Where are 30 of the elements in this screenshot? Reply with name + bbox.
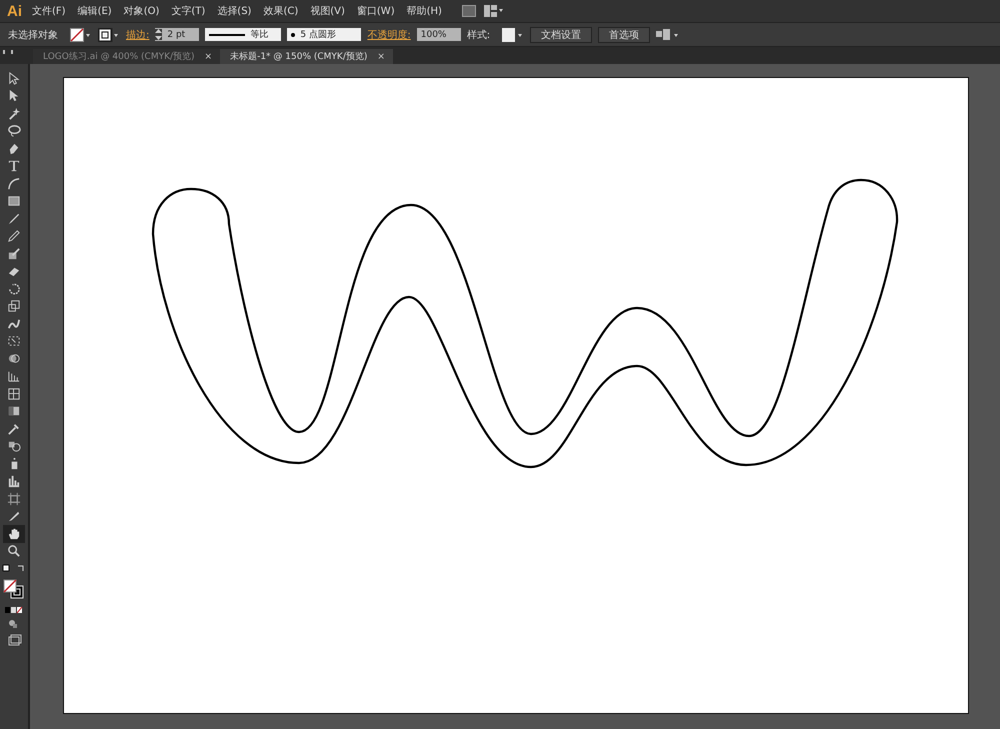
stroke-profile-dropdown[interactable]: 等比 [205, 28, 282, 41]
opacity-label[interactable]: 不透明度: [367, 28, 411, 42]
workspace-layout-icon[interactable] [484, 5, 504, 17]
menu-item[interactable]: 窗口(W) [356, 4, 395, 18]
panel-grip-icon[interactable] [3, 50, 13, 54]
opacity-field[interactable]: 100% [416, 28, 461, 41]
selection-status: 未选择对象 [8, 28, 58, 42]
toolbar-button[interactable]: 首选项 [598, 26, 650, 42]
menu-item[interactable]: 选择(S) [217, 4, 252, 18]
fill-none-swatch[interactable] [70, 28, 92, 42]
arrange-documents-icon[interactable] [656, 28, 680, 42]
document-tab[interactable]: LOGO练习.ai @ 400% (CMYK/预览) × [33, 49, 220, 64]
style-swatch[interactable] [502, 28, 524, 42]
style-label: 样式: [466, 28, 490, 42]
stroke-label[interactable]: 描边: [126, 28, 150, 42]
brush-dropdown[interactable]: 5 点圆形 [287, 28, 362, 41]
stroke-swatch[interactable] [98, 28, 120, 42]
menu-item[interactable]: 效果(C) [263, 4, 298, 18]
spinner-arrows-icon[interactable] [155, 29, 162, 40]
menu-item[interactable]: 对象(O) [124, 4, 160, 18]
menu-item[interactable]: 文字(T) [171, 4, 206, 18]
menu-item[interactable]: 文件(F) [32, 4, 66, 18]
document-tab[interactable]: 未标题-1* @ 150% (CMYK/预览) × [220, 49, 393, 64]
app-logo: Ai [7, 2, 22, 20]
stroke-weight-field[interactable]: 2 pt [155, 28, 200, 41]
toolbar-button[interactable]: 文档设置 [530, 26, 592, 42]
menu-item[interactable]: 视图(V) [310, 4, 345, 18]
menu-item[interactable]: 帮助(H) [406, 4, 442, 18]
hand-icon[interactable] [3, 525, 25, 542]
menu-item[interactable]: 编辑(E) [78, 4, 112, 18]
